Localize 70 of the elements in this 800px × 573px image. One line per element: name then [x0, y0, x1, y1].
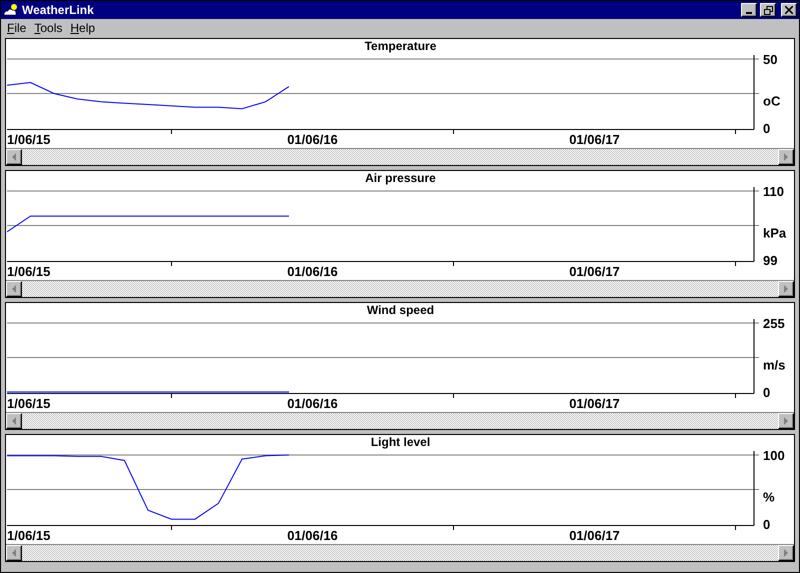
horizontal-scrollbar[interactable]	[6, 413, 794, 429]
menu-item[interactable]: Tools	[30, 21, 66, 35]
date-label: 1/06/15	[7, 264, 50, 279]
chart-title: Air pressure	[365, 171, 436, 183]
date-label: 1/06/15	[7, 132, 50, 147]
close-icon	[785, 6, 793, 14]
date-label: 01/06/16	[287, 528, 338, 543]
menu-item[interactable]: File	[3, 21, 30, 35]
unit-label: kPa	[763, 226, 786, 240]
tick-mark	[453, 130, 454, 134]
tick-mark	[453, 262, 454, 266]
menu-item[interactable]: Help	[66, 21, 100, 35]
date-label: 01/06/17	[569, 132, 620, 147]
tick-mark	[735, 526, 736, 530]
date-label: 01/06/17	[569, 264, 620, 279]
tick-mark	[735, 394, 736, 398]
axis-value: 0	[763, 121, 770, 136]
chart-title: Light level	[370, 435, 430, 447]
right-arrow-icon	[783, 285, 789, 293]
left-arrow-icon	[11, 153, 17, 161]
tick-mark	[171, 394, 172, 398]
axis-value: 110	[763, 184, 784, 199]
date-label: 1/06/15	[7, 396, 50, 411]
axis-value: 99	[763, 253, 778, 268]
tick-mark	[171, 526, 172, 530]
right-arrow-icon	[783, 417, 789, 425]
tick-mark	[453, 394, 454, 398]
left-arrow-icon	[11, 549, 17, 557]
chart-title: Temperature	[364, 39, 436, 51]
axis-value: 0	[763, 517, 770, 532]
restore-button[interactable]	[760, 3, 776, 17]
weather-icon	[3, 3, 19, 17]
axis-value: 100	[763, 448, 785, 463]
minimize-button[interactable]	[741, 3, 757, 17]
axis-value: 255	[763, 316, 785, 331]
left-arrow-icon	[11, 417, 17, 425]
date-label: 01/06/16	[287, 396, 338, 411]
scroll-right-button[interactable]	[778, 281, 794, 297]
unit-label: %	[763, 490, 775, 504]
date-label: 01/06/17	[569, 528, 620, 543]
tick-mark	[171, 130, 172, 134]
scroll-right-button[interactable]	[778, 149, 794, 165]
scroll-right-button[interactable]	[778, 413, 794, 429]
tick-mark	[453, 526, 454, 530]
restore-icon	[764, 6, 772, 14]
date-label: 1/06/15	[7, 528, 50, 543]
window-title: WeatherLink	[22, 3, 95, 17]
scroll-left-button[interactable]	[6, 149, 22, 165]
horizontal-scrollbar[interactable]	[6, 281, 794, 297]
date-label: 01/06/16	[287, 132, 338, 147]
right-arrow-icon	[783, 153, 789, 161]
close-button[interactable]	[781, 3, 797, 17]
scroll-left-button[interactable]	[6, 545, 22, 561]
scroll-left-button[interactable]	[6, 281, 22, 297]
horizontal-scrollbar[interactable]	[6, 149, 794, 165]
horizontal-scrollbar[interactable]	[6, 545, 794, 561]
scroll-left-button[interactable]	[6, 413, 22, 429]
left-arrow-icon	[11, 285, 17, 293]
scroll-right-button[interactable]	[778, 545, 794, 561]
right-arrow-icon	[783, 549, 789, 557]
axis-value: 0	[763, 385, 770, 400]
unit-label: m/s	[763, 358, 786, 372]
tick-mark	[171, 262, 172, 266]
date-label: 01/06/16	[287, 264, 338, 279]
unit-label: oC	[763, 94, 780, 108]
chart-title: Wind speed	[366, 303, 434, 315]
axis-value: 50	[763, 52, 778, 67]
date-label: 01/06/17	[569, 396, 620, 411]
tick-mark	[735, 130, 736, 134]
tick-mark	[735, 262, 736, 266]
